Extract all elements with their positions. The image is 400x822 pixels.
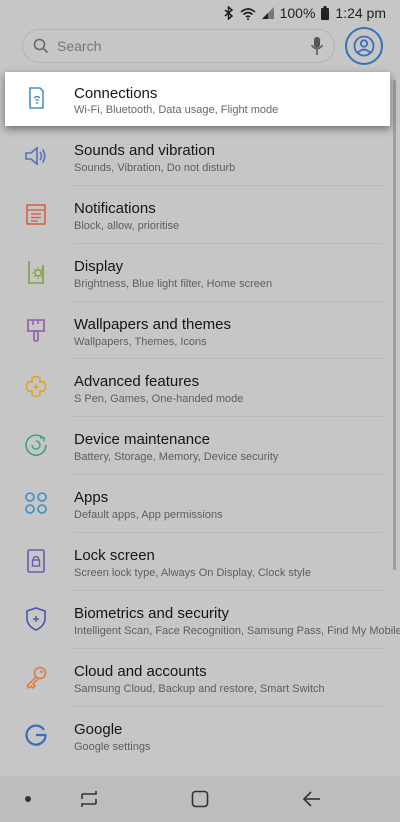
battery-icon xyxy=(321,6,330,20)
settings-item-apps[interactable]: Apps Default apps, App permissions xyxy=(0,475,400,534)
mic-icon[interactable] xyxy=(310,36,324,56)
speaker-icon xyxy=(22,142,50,170)
settings-item-google[interactable]: Google Google settings xyxy=(0,707,400,765)
key-icon xyxy=(22,663,50,691)
settings-item-title: Cloud and accounts xyxy=(74,662,207,680)
settings-item-subtitle: Screen lock type, Always On Display, Clo… xyxy=(74,567,311,580)
apps-icon xyxy=(22,489,50,517)
status-bar: 100% 1:24 pm xyxy=(0,0,400,26)
connections-icon xyxy=(22,84,50,112)
lock-icon xyxy=(22,547,50,575)
settings-item-subtitle: Wallpapers, Themes, Icons xyxy=(74,335,207,348)
settings-item-advanced-features[interactable]: Advanced features S Pen, Games, One-hand… xyxy=(0,359,400,418)
battery-percent: 100% xyxy=(279,5,316,21)
signal-icon xyxy=(261,7,274,19)
navigation-bar xyxy=(0,776,400,822)
settings-item-subtitle: Block, allow, prioritise xyxy=(74,219,180,232)
wifi-icon xyxy=(240,7,256,20)
settings-item-connections[interactable]: Connections Wi-Fi, Bluetooth, Data usage… xyxy=(5,72,390,126)
settings-item-subtitle: Brightness, Blue light filter, Home scre… xyxy=(74,277,273,290)
display-icon xyxy=(22,258,50,286)
settings-item-title: Sounds and vibration xyxy=(74,141,215,159)
shield-icon xyxy=(22,605,50,633)
settings-item-wallpapers[interactable]: Wallpapers and themes Wallpapers, Themes… xyxy=(0,302,400,360)
settings-item-lock-screen[interactable]: Lock screen Screen lock type, Always On … xyxy=(0,533,400,592)
settings-item-subtitle: Sounds, Vibration, Do not disturb xyxy=(74,161,236,174)
google-icon xyxy=(22,721,50,749)
status-time: 1:24 pm xyxy=(335,5,386,21)
settings-item-subtitle: Wi-Fi, Bluetooth, Data usage, Flight mod… xyxy=(74,104,279,116)
settings-item-subtitle: Default apps, App permissions xyxy=(74,509,223,522)
search-icon xyxy=(33,38,49,54)
settings-item-title: Apps xyxy=(74,489,109,507)
nav-dot-icon[interactable] xyxy=(16,789,40,809)
search-row xyxy=(0,26,400,70)
puzzle-icon xyxy=(22,373,50,401)
settings-item-title: Biometrics and security xyxy=(74,605,230,623)
settings-item-subtitle: S Pen, Games, One-handed mode xyxy=(74,393,244,406)
settings-item-subtitle: Samsung Cloud, Backup and restore, Smart… xyxy=(74,682,325,695)
settings-item-title: Device maintenance xyxy=(74,431,210,449)
account-button[interactable] xyxy=(345,27,383,65)
settings-item-biometrics-security[interactable]: Biometrics and security Intelligent Scan… xyxy=(0,591,400,649)
settings-item-title: Lock screen xyxy=(74,547,155,565)
settings-item-subtitle: Battery, Storage, Memory, Device securit… xyxy=(74,451,279,464)
maintenance-icon xyxy=(22,431,50,459)
settings-item-subtitle: Intelligent Scan, Face Recognition, Sams… xyxy=(74,625,400,638)
search-input[interactable] xyxy=(55,30,310,62)
search-box[interactable] xyxy=(22,29,335,63)
notifications-icon xyxy=(22,200,50,228)
settings-item-subtitle: Google settings xyxy=(74,740,151,753)
settings-item-title: Google xyxy=(74,720,123,738)
settings-item-notifications[interactable]: Notifications Block, allow, prioritise xyxy=(0,186,400,244)
settings-item-sounds[interactable]: Sounds and vibration Sounds, Vibration, … xyxy=(0,128,400,186)
settings-list: Sounds and vibration Sounds, Vibration, … xyxy=(0,70,400,765)
settings-item-title: Wallpapers and themes xyxy=(74,315,232,333)
settings-item-display[interactable]: Display Brightness, Blue light filter, H… xyxy=(0,244,400,302)
home-icon[interactable] xyxy=(188,789,212,809)
settings-item-title: Advanced features xyxy=(74,373,200,391)
settings-item-title: Connections xyxy=(74,85,158,102)
settings-item-title: Display xyxy=(74,257,124,275)
bluetooth-icon xyxy=(224,6,234,20)
recents-icon[interactable] xyxy=(77,789,101,809)
brush-icon xyxy=(22,316,50,344)
back-icon[interactable] xyxy=(300,789,324,809)
settings-item-device-maintenance[interactable]: Device maintenance Battery, Storage, Mem… xyxy=(0,417,400,476)
scrollbar[interactable] xyxy=(393,80,396,570)
account-icon xyxy=(353,35,375,57)
settings-item-title: Notifications xyxy=(74,199,156,217)
settings-item-cloud-accounts[interactable]: Cloud and accounts Samsung Cloud, Backup… xyxy=(0,649,400,707)
